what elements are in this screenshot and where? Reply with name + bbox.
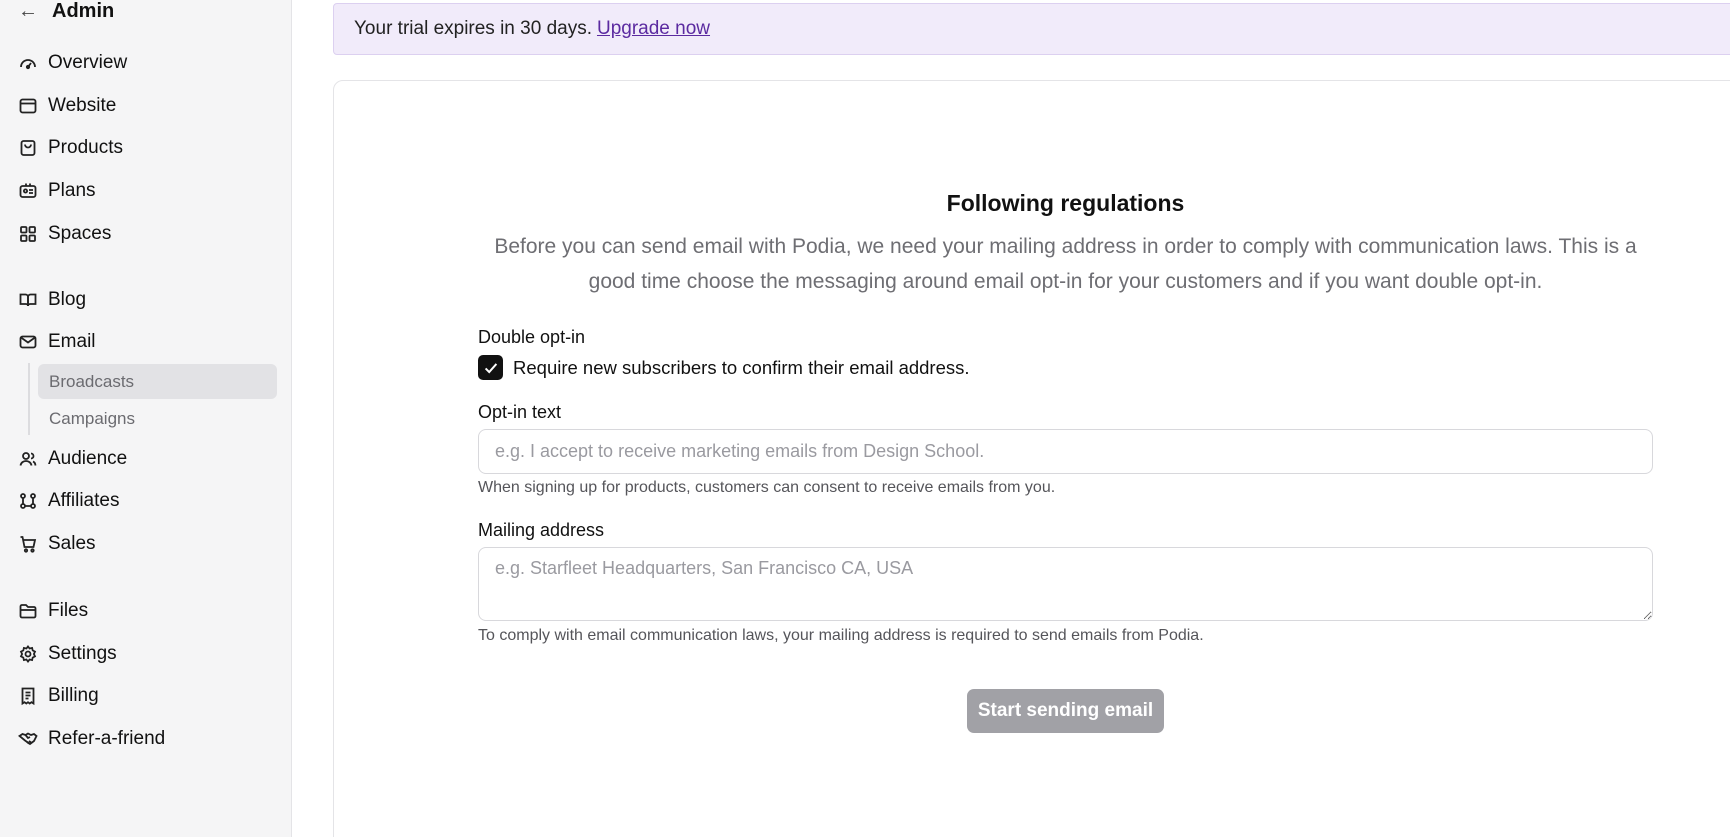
mailing-address-label: Mailing address: [478, 520, 605, 540]
sidebar-item-label: Plans: [48, 180, 96, 201]
trial-banner: Your trial expires in 30 days. Upgrade n…: [333, 3, 1730, 55]
sidebar-item-email[interactable]: Email: [18, 328, 96, 356]
sidebar-item-refer-a-friend[interactable]: Refer-a-friend: [18, 725, 165, 753]
sidebar-item-billing[interactable]: Billing: [18, 682, 99, 710]
sidebar-item-label: Website: [48, 95, 117, 116]
sidebar-item-label: Settings: [48, 643, 117, 664]
optin-text-help: When signing up for products, customers …: [478, 479, 1056, 496]
sidebar-header: ← Admin: [18, 0, 114, 22]
optin-text-label: Opt-in text: [478, 402, 562, 422]
sidebar-item-blog[interactable]: Blog: [18, 286, 86, 314]
book-icon: [18, 290, 38, 310]
sidebar-item-label: Overview: [48, 52, 128, 73]
sidebar-item-plans[interactable]: Plans: [18, 177, 96, 205]
bag-icon: [18, 138, 38, 158]
sidebar-item-sales[interactable]: Sales: [18, 530, 96, 558]
gear-icon: [18, 644, 38, 664]
sidebar-item-files[interactable]: Files: [18, 597, 88, 625]
double-optin-row: Require new subscribers to confirm their…: [478, 355, 970, 380]
cart-icon: [18, 534, 38, 554]
mail-icon: [18, 332, 38, 352]
sidebar-item-label: Refer-a-friend: [48, 728, 166, 749]
sidebar-item-audience[interactable]: Audience: [18, 445, 127, 473]
grid-icon: [18, 224, 38, 244]
receipt-icon: [18, 686, 38, 706]
sidebar-item-label: Spaces: [48, 223, 112, 244]
sidebar-item-label: Products: [48, 137, 123, 158]
mailing-address-field[interactable]: [478, 547, 1653, 621]
start-sending-email-button[interactable]: Start sending email: [967, 689, 1164, 733]
page-title: Following regulations: [946, 190, 1185, 216]
folder-icon: [18, 601, 38, 621]
double-optin-checkbox-label[interactable]: Require new subscribers to confirm their…: [513, 357, 970, 379]
optin-text-input[interactable]: [478, 429, 1653, 474]
affiliates-icon: [18, 491, 38, 511]
mailing-address-help: To comply with email communication laws,…: [478, 627, 1204, 644]
trial-banner-text: Your trial expires in 30 days.: [354, 18, 592, 39]
sidebar-item-overview[interactable]: Overview: [18, 49, 127, 77]
sidebar-item-label: Blog: [48, 289, 87, 310]
sidebar-item-label: Sales: [48, 533, 96, 554]
browser-icon: [18, 96, 38, 116]
sidebar: ← Admin Overview Website Products Plans …: [0, 0, 292, 837]
double-optin-checkbox[interactable]: [478, 355, 503, 380]
sidebar-title: Admin: [52, 0, 115, 22]
sidebar-item-label: Email: [48, 331, 96, 352]
gauge-icon: [18, 53, 38, 73]
sidebar-item-settings[interactable]: Settings: [18, 640, 117, 668]
upgrade-link[interactable]: Upgrade now: [597, 18, 710, 40]
handshake-icon: [18, 729, 38, 749]
users-icon: [18, 449, 38, 469]
sidebar-item-label: Affiliates: [48, 490, 120, 511]
back-arrow-icon[interactable]: ←: [18, 1, 38, 21]
intro-text: Before you can send email with Podia, we…: [494, 235, 1637, 293]
sidebar-item-label: Billing: [48, 685, 99, 706]
check-icon: [484, 362, 497, 373]
sidebar-item-affiliates[interactable]: Affiliates: [18, 487, 119, 515]
sidebar-subitem-campaigns[interactable]: Campaigns: [38, 401, 277, 436]
sidebar-item-spaces[interactable]: Spaces: [18, 220, 111, 248]
sidebar-subitem-broadcasts[interactable]: Broadcasts: [38, 364, 277, 399]
sidebar-item-label: Files: [48, 600, 89, 621]
id-card-icon: [18, 181, 38, 201]
submenu-rail: [28, 363, 30, 435]
double-optin-label: Double opt-in: [478, 327, 586, 347]
sidebar-item-website[interactable]: Website: [18, 92, 116, 120]
sidebar-item-label: Audience: [48, 448, 128, 469]
sidebar-item-products[interactable]: Products: [18, 134, 123, 162]
